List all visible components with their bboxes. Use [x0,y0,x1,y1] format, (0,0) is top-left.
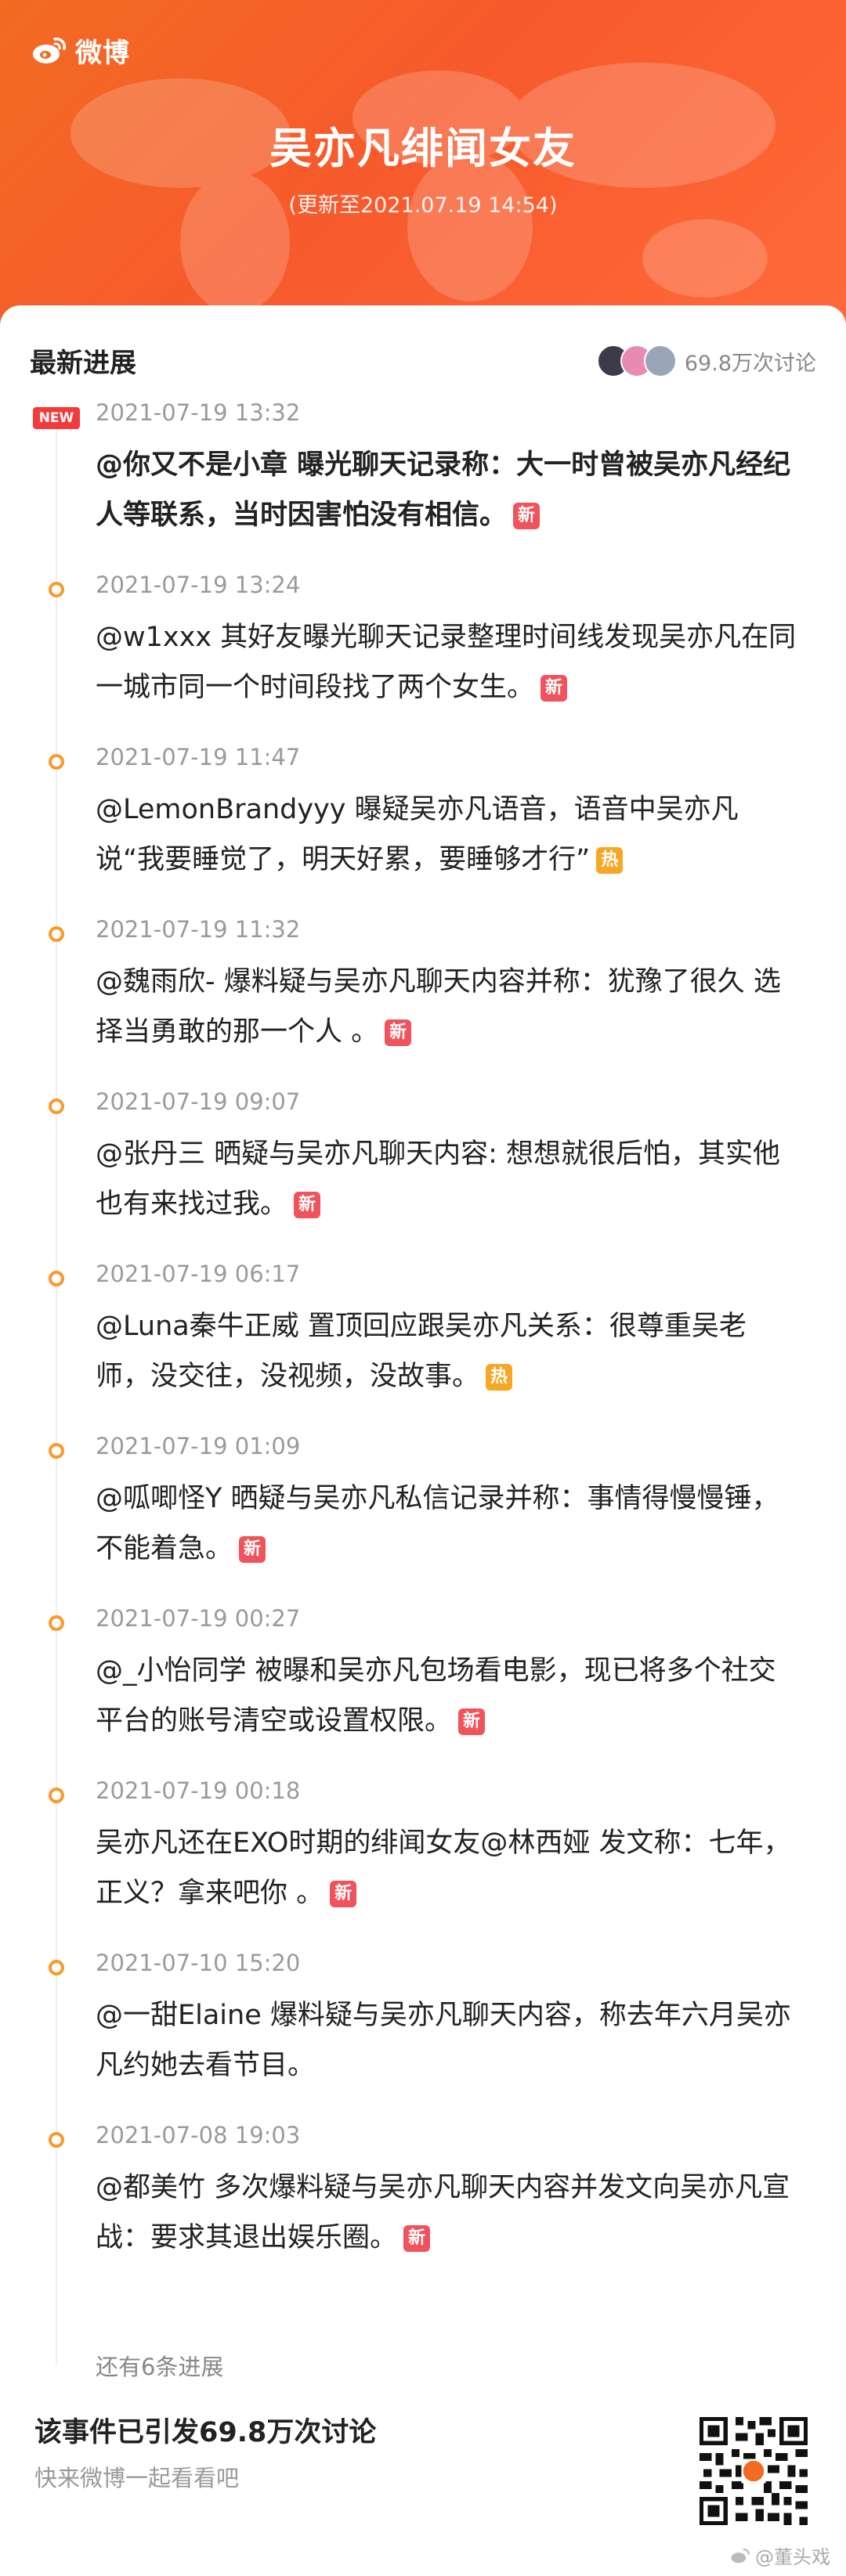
timeline-line [56,417,57,2366]
timeline-time: 2021-07-08 19:03 [96,2122,301,2148]
avatar [643,345,677,377]
timeline-text-content: @Luna秦牛正威 置顶回应跟吴亦凡关系：很尊重吴老师，没交往，没视频，没故事。 [96,1311,747,1392]
update-time: (更新至2021.07.19 14:54) [288,193,558,218]
timeline-text: @都美竹 多次爆料疑与吴亦凡聊天内容并发文向吴亦凡宣战：要求其退出娱乐圈。新 [96,2163,801,2263]
watermark-text: @董头戏 [755,2546,830,2568]
timeline-time: 2021-07-19 11:47 [96,744,301,770]
header-banner: 微博 吴亦凡绯闻女友 (更新至2021.07.19 14:54) [0,0,846,345]
footer-title: 该事件已引发69.8万次讨论 [34,2417,377,2448]
new-tag: 新 [330,1881,357,1907]
timeline-text-content: @魏雨欣- 爆料疑与吴亦凡聊天内容并称：犹豫了很久 选择当勇敢的那一个人 。 [96,966,781,1048]
timeline-dot-icon [49,1615,64,1631]
timeline-text: @张丹三 晒疑与吴亦凡聊天内容: 想想就很后怕，其实他也有来找过我。新 [96,1129,801,1229]
timeline-text: @_小怡同学 被曝和吴亦凡包场看电影，现已将多个社交平台的账号清空或设置权限。新 [96,1646,801,1746]
timeline-text: 吴亦凡还在EXO时期的绯闻女友@林西娅 发文称：七年，正义？拿来吧你 。新 [96,1818,801,1918]
timeline-time: 2021-07-19 09:07 [96,1088,301,1115]
timeline-text: @LemonBrandyyy 曝疑吴亦凡语音，语音中吴亦凡说“我要睡觉了，明天好… [96,785,801,885]
timeline-dot-icon [49,582,64,597]
timeline-text-content: @你又不是小章 曝光聊天记录称：大一时曾被吴亦凡经纪人等联系，当时因害怕没有相信… [96,449,791,531]
qr-code [696,2413,812,2529]
hot-tag: 热 [596,847,624,874]
timeline-dot-icon [49,1271,64,1286]
weibo-logo[interactable]: 微博 [31,31,130,69]
timeline-time: 2021-07-19 11:32 [96,916,301,943]
timeline-text: @你又不是小章 曝光聊天记录称：大一时曾被吴亦凡经纪人等联系，当时因害怕没有相信… [96,440,801,540]
discussion-count: 69.8万次讨论 [684,351,816,376]
weibo-icon [33,38,66,63]
timeline-text: @呱唧怪Y 晒疑与吴亦凡私信记录并称：事情得慢慢锤，不能着急。新 [96,1474,801,1574]
timeline-text-content: @LemonBrandyyy 曝疑吴亦凡语音，语音中吴亦凡说“我要睡觉了，明天好… [96,794,739,875]
new-tag: 新 [403,2225,431,2252]
timeline-dot-icon [49,2132,64,2148]
watermark: @董头戏 [730,2542,830,2569]
new-tag: 新 [540,675,568,702]
timeline-text: @Luna秦牛正威 置顶回应跟吴亦凡关系：很尊重吴老师，没交往，没视频，没故事。… [96,1301,801,1402]
new-tag: 新 [385,1019,412,1046]
progress-card: 最新进展 69.8万次讨论 NEW 2021-07-19 13:32 @你又不是小章… [0,305,846,2576]
discussion-summary[interactable]: 69.8万次讨论 [596,341,816,381]
timeline-dot-icon [49,1788,64,1803]
timeline-time: 2021-07-19 01:09 [96,1433,301,1459]
timeline-dot-icon [49,1443,64,1459]
timeline-text: @一甜Elaine 爆料疑与吴亦凡聊天内容，称去年六月吴亦凡约她去看节目。 [96,1990,801,2091]
timeline-text-content: @一甜Elaine 爆料疑与吴亦凡聊天内容，称去年六月吴亦凡约她去看节目。 [96,2000,791,2081]
timeline-time: 2021-07-19 13:24 [96,572,301,598]
timeline-time: 2021-07-19 13:32 [96,399,301,426]
brand-name: 微博 [75,37,130,69]
timeline-text-content: @张丹三 晒疑与吴亦凡聊天内容: 想想就很后怕，其实他也有来找过我。 [96,1138,781,1220]
timeline-text: @w1xxx 其好友曝光聊天记录整理时间线发现吴亦凡在同一城市同一个时间段找了两… [96,612,801,713]
timeline-dot-icon [49,754,64,770]
new-tag: 新 [294,1192,321,1218]
timeline-text: @魏雨欣- 爆料疑与吴亦凡聊天内容并称：犹豫了很久 选择当勇敢的那一个人 。新 [96,957,801,1057]
more-progress-link[interactable]: 还有6条进展 [96,2349,223,2382]
timeline-time: 2021-07-19 00:18 [96,1777,301,1804]
section-header: 最新进展 69.8万次讨论 [30,341,816,381]
hot-tag: 热 [486,1364,513,1391]
timeline-dot-icon [49,1960,64,1975]
new-tag: 新 [239,1536,266,1563]
timeline-time: 2021-07-19 06:17 [96,1261,301,1287]
timeline-dot-icon [49,1099,64,1114]
new-badge: NEW [33,407,80,429]
new-tag: 新 [513,503,540,529]
timeline-time: 2021-07-19 00:27 [96,1605,301,1632]
page-title: 吴亦凡绯闻女友 [269,124,577,173]
timeline-dot-icon [49,926,64,942]
timeline-text-content: @_小怡同学 被曝和吴亦凡包场看电影，现已将多个社交平台的账号清空或设置权限。 [96,1655,776,1737]
avatar-group [596,345,677,377]
new-tag: 新 [458,1708,486,1735]
timeline-text-content: @呱唧怪Y 晒疑与吴亦凡私信记录并称：事情得慢慢锤，不能着急。 [96,1483,779,1564]
timeline-text-content: 吴亦凡还在EXO时期的绯闻女友@林西娅 发文称：七年，正义？拿来吧你 。 [96,1827,791,1909]
footer-subtitle: 快来微博一起看看吧 [34,2465,240,2491]
weibo-watermark-icon [731,2548,750,2563]
section-title: 最新进展 [30,348,136,379]
timeline-text-content: @都美竹 多次爆料疑与吴亦凡聊天内容并发文向吴亦凡宣战：要求其退出娱乐圈。 [96,2172,790,2253]
timeline-time: 2021-07-10 15:20 [96,1950,301,1976]
timeline-text-content: @w1xxx 其好友曝光聊天记录整理时间线发现吴亦凡在同一城市同一个时间段找了两… [96,622,797,703]
